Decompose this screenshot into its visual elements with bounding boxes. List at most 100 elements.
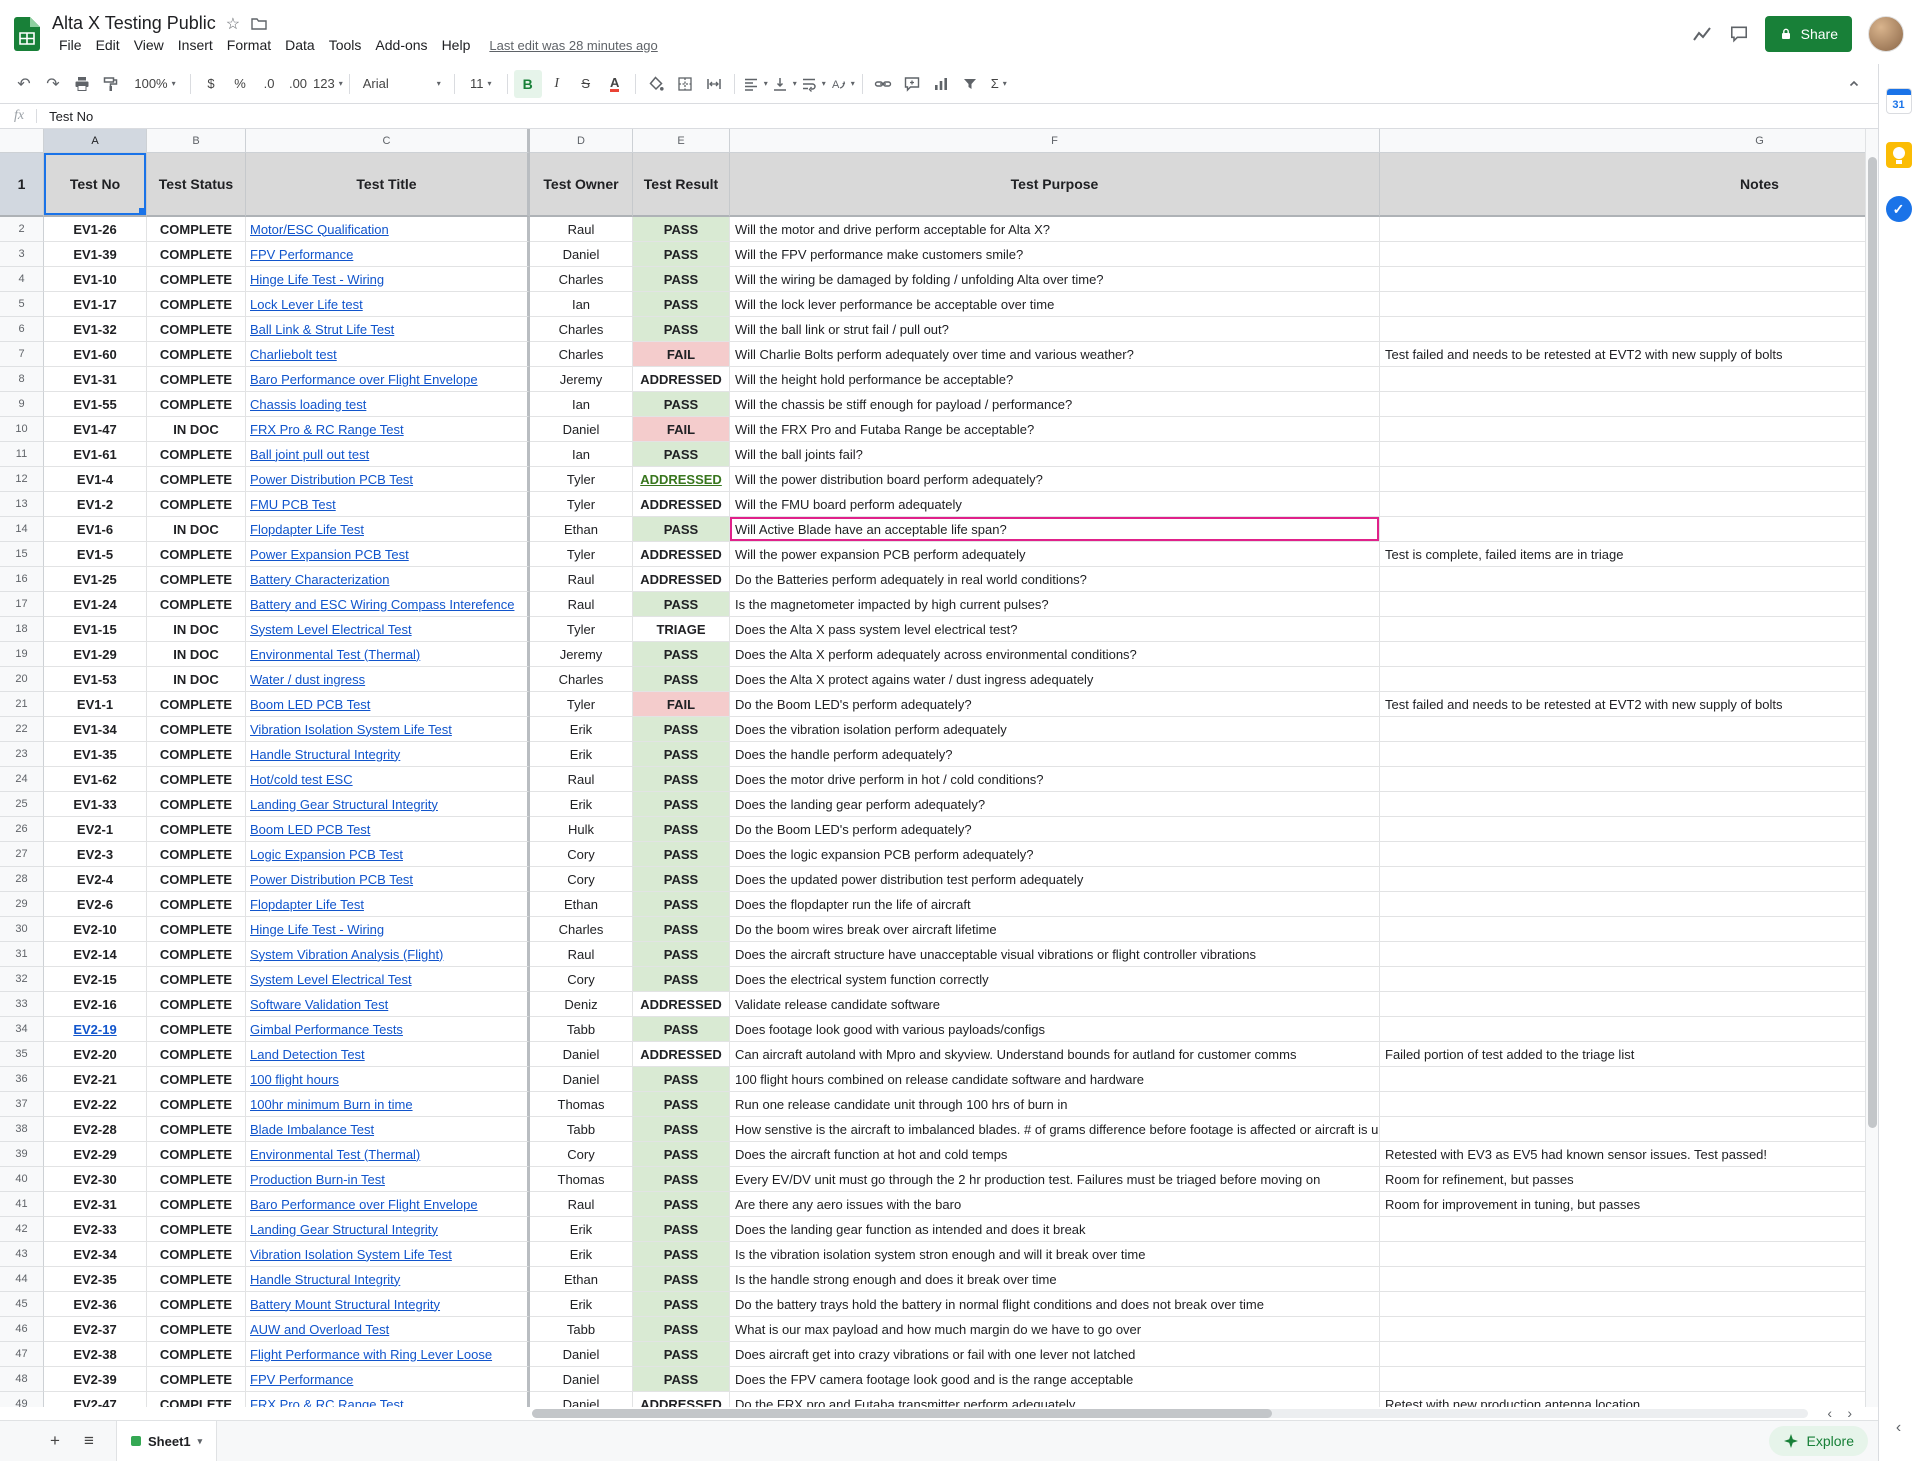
cell-notes[interactable]	[1380, 917, 1878, 942]
cell-notes[interactable]	[1380, 1317, 1878, 1342]
row-number[interactable]: 22	[0, 717, 44, 742]
cell-test-purpose[interactable]: Does the flopdapter run the life of airc…	[730, 892, 1380, 917]
cell-test-no[interactable]: EV2-6	[44, 892, 147, 917]
cell-test-title-link[interactable]: Motor/ESC Qualification	[246, 217, 530, 242]
cell-test-no[interactable]: EV1-62	[44, 767, 147, 792]
move-to-folder-icon[interactable]	[250, 15, 268, 33]
row-number[interactable]: 31	[0, 942, 44, 967]
cell-notes[interactable]	[1380, 392, 1878, 417]
undo-button[interactable]: ↶	[10, 70, 38, 98]
cell-test-status[interactable]: COMPLETE	[147, 217, 246, 242]
explore-button[interactable]: Explore	[1769, 1426, 1868, 1456]
borders-button[interactable]	[671, 70, 699, 98]
row-number[interactable]: 40	[0, 1167, 44, 1192]
cell-test-purpose[interactable]: Validate release candidate software	[730, 992, 1380, 1017]
cell-test-no[interactable]: EV2-47	[44, 1392, 147, 1407]
cell-test-owner[interactable]: Erik	[530, 1242, 633, 1267]
menu-view[interactable]: View	[127, 35, 171, 55]
vertical-scrollbar[interactable]	[1865, 129, 1878, 1407]
cell-test-result[interactable]: TRIAGE	[633, 617, 730, 642]
cell-notes[interactable]	[1380, 1117, 1878, 1142]
cell-test-result[interactable]: PASS	[633, 1217, 730, 1242]
cell-test-status[interactable]: COMPLETE	[147, 1092, 246, 1117]
column-header-c[interactable]: C	[246, 129, 530, 153]
strikethrough-button[interactable]: S	[572, 70, 600, 98]
cell-test-owner[interactable]: Daniel	[530, 1367, 633, 1392]
cell-test-owner[interactable]: Tabb	[530, 1017, 633, 1042]
cell-test-title-link[interactable]: Battery Characterization	[246, 567, 530, 592]
row-number[interactable]: 27	[0, 842, 44, 867]
cell-notes[interactable]: Room for improvement in tuning, but pass…	[1380, 1192, 1878, 1217]
row-number[interactable]: 48	[0, 1367, 44, 1392]
menu-tools[interactable]: Tools	[322, 35, 369, 55]
cell-test-title-link[interactable]: Production Burn-in Test	[246, 1167, 530, 1192]
cell-notes[interactable]	[1380, 767, 1878, 792]
cell-test-purpose[interactable]: Do the Boom LED's perform adequately?	[730, 692, 1380, 717]
cell-test-title-link[interactable]: 100 flight hours	[246, 1067, 530, 1092]
row-number[interactable]: 33	[0, 992, 44, 1017]
cell-notes[interactable]	[1380, 1367, 1878, 1392]
cell-notes[interactable]	[1380, 1017, 1878, 1042]
cell-notes[interactable]	[1380, 617, 1878, 642]
cell-test-no[interactable]: EV1-4	[44, 467, 147, 492]
cell-notes[interactable]	[1380, 1067, 1878, 1092]
cell-test-status[interactable]: COMPLETE	[147, 392, 246, 417]
cell-test-purpose[interactable]: Does the vibration isolation perform ade…	[730, 717, 1380, 742]
row-number[interactable]: 28	[0, 867, 44, 892]
cell-test-result[interactable]: PASS	[633, 317, 730, 342]
text-color-button[interactable]: A	[601, 70, 629, 98]
horizontal-scroll-track[interactable]	[532, 1409, 1808, 1418]
cell-test-status[interactable]: COMPLETE	[147, 542, 246, 567]
cell-test-owner[interactable]: Cory	[530, 867, 633, 892]
cell-test-owner[interactable]: Charles	[530, 917, 633, 942]
cell-test-no[interactable]: EV1-31	[44, 367, 147, 392]
cell-test-owner[interactable]: Raul	[530, 767, 633, 792]
cell-test-no[interactable]: EV2-22	[44, 1092, 147, 1117]
row-number[interactable]: 44	[0, 1267, 44, 1292]
italic-button[interactable]: I	[543, 70, 571, 98]
cell-test-result[interactable]: PASS	[633, 842, 730, 867]
menu-edit[interactable]: Edit	[89, 35, 127, 55]
cell-test-owner[interactable]: Tyler	[530, 617, 633, 642]
column-title-test-result[interactable]: Test Result	[633, 153, 730, 217]
cell-test-no[interactable]: EV1-2	[44, 492, 147, 517]
cell-test-purpose[interactable]: Will the FMU board perform adequately	[730, 492, 1380, 517]
document-title[interactable]: Alta X Testing Public	[52, 13, 216, 34]
cell-notes[interactable]	[1380, 1267, 1878, 1292]
calendar-icon[interactable]: 31	[1886, 88, 1912, 114]
cell-test-owner[interactable]: Daniel	[530, 242, 633, 267]
cell-test-title-link[interactable]: Lock Lever Life test	[246, 292, 530, 317]
row-number[interactable]: 23	[0, 742, 44, 767]
cell-notes[interactable]	[1380, 892, 1878, 917]
menu-insert[interactable]: Insert	[171, 35, 220, 55]
cell-test-no[interactable]: EV2-29	[44, 1142, 147, 1167]
row-number[interactable]: 47	[0, 1342, 44, 1367]
cell-test-result[interactable]: PASS	[633, 1242, 730, 1267]
cell-notes[interactable]: Room for refinement, but passes	[1380, 1167, 1878, 1192]
cell-test-status[interactable]: COMPLETE	[147, 967, 246, 992]
add-sheet-button[interactable]: +	[40, 1426, 70, 1456]
cell-test-title-link[interactable]: Chassis loading test	[246, 392, 530, 417]
cell-test-result[interactable]: PASS	[633, 767, 730, 792]
cell-test-title-link[interactable]: Baro Performance over Flight Envelope	[246, 367, 530, 392]
paint-format-button[interactable]	[97, 70, 125, 98]
decrease-decimals-button[interactable]: .0	[255, 70, 283, 98]
cell-test-status[interactable]: COMPLETE	[147, 717, 246, 742]
cell-test-title-link[interactable]: Flopdapter Life Test	[246, 892, 530, 917]
cell-notes[interactable]	[1380, 717, 1878, 742]
cell-test-title-link[interactable]: Water / dust ingress	[246, 667, 530, 692]
cell-test-result[interactable]: PASS	[633, 1117, 730, 1142]
row-number[interactable]: 17	[0, 592, 44, 617]
column-title-test-purpose[interactable]: Test Purpose	[730, 153, 1380, 217]
cell-test-purpose[interactable]: Does the Alta X protect agains water / d…	[730, 667, 1380, 692]
cell-notes[interactable]	[1380, 242, 1878, 267]
cell-test-status[interactable]: COMPLETE	[147, 1342, 246, 1367]
cell-notes[interactable]	[1380, 217, 1878, 242]
cell-test-no[interactable]: EV2-30	[44, 1167, 147, 1192]
cell-notes[interactable]	[1380, 867, 1878, 892]
cell-test-owner[interactable]: Raul	[530, 1192, 633, 1217]
cell-test-status[interactable]: COMPLETE	[147, 592, 246, 617]
row-number[interactable]: 2	[0, 217, 44, 242]
menu-data[interactable]: Data	[278, 35, 322, 55]
cell-test-no[interactable]: EV2-36	[44, 1292, 147, 1317]
